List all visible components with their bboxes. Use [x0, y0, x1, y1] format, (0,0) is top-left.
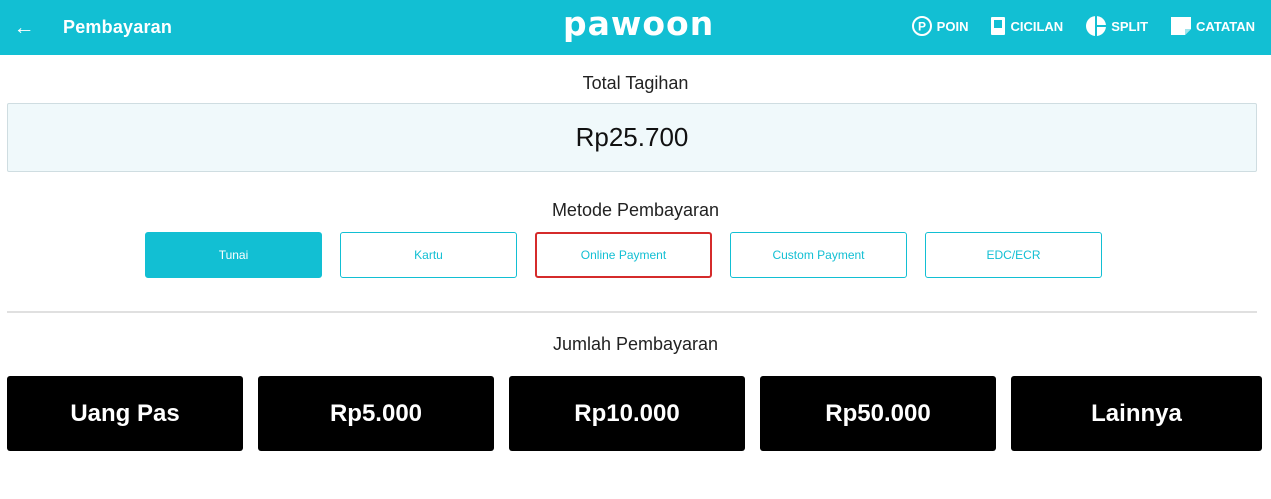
total-amount: Rp25.700: [575, 122, 689, 152]
cicilan-icon: [991, 17, 1006, 35]
section-divider: [7, 311, 1257, 313]
amount-10000-button[interactable]: Rp10.000: [509, 376, 745, 451]
method-custom-payment[interactable]: Custom Payment: [730, 232, 907, 278]
method-tunai[interactable]: Tunai: [145, 232, 322, 278]
catatan-icon: [1171, 17, 1192, 35]
payment-method-group: Tunai Kartu Online Payment Custom Paymen…: [145, 232, 1102, 278]
top-bar: ← Pembayaran pawoon P POIN CICILAN SPLIT…: [0, 0, 1271, 55]
amount-lainnya-button[interactable]: Lainnya: [1011, 376, 1262, 451]
header-actions: P POIN CICILAN SPLIT CATATAN: [911, 15, 1255, 37]
svg-text:P: P: [918, 20, 926, 34]
method-kartu[interactable]: Kartu: [340, 232, 517, 278]
cicilan-label: CICILAN: [1010, 18, 1064, 34]
payment-amount-group: Uang Pas Rp5.000 Rp10.000 Rp50.000 Lainn…: [7, 376, 1262, 451]
poin-label: POIN: [936, 18, 969, 34]
total-label: Total Tagihan: [582, 73, 689, 93]
split-label: SPLIT: [1111, 18, 1149, 34]
split-icon: [1086, 15, 1108, 37]
pawoon-logo: pawoon: [563, 4, 715, 43]
amount-50000-button[interactable]: Rp50.000: [760, 376, 996, 451]
catatan-label: CATATAN: [1196, 18, 1255, 34]
poin-button[interactable]: P POIN: [911, 15, 969, 37]
payment-amount-label: Jumlah Pembayaran: [552, 334, 719, 354]
amount-5000-button[interactable]: Rp5.000: [258, 376, 494, 451]
arrow-left-icon[interactable]: ←: [13, 14, 35, 40]
total-amount-box: Rp25.700: [7, 103, 1257, 172]
catatan-button[interactable]: CATATAN: [1170, 15, 1255, 37]
method-online-payment[interactable]: Online Payment: [535, 232, 712, 278]
poin-icon: P: [911, 16, 932, 36]
payment-method-label: Metode Pembayaran: [551, 200, 720, 220]
page-title: Pembayaran: [63, 17, 173, 37]
amount-uang-pas-button[interactable]: Uang Pas: [7, 376, 243, 451]
cicilan-button[interactable]: CICILAN: [990, 15, 1063, 37]
split-button[interactable]: SPLIT: [1085, 15, 1148, 37]
method-edc-ecr[interactable]: EDC/ECR: [925, 232, 1102, 278]
